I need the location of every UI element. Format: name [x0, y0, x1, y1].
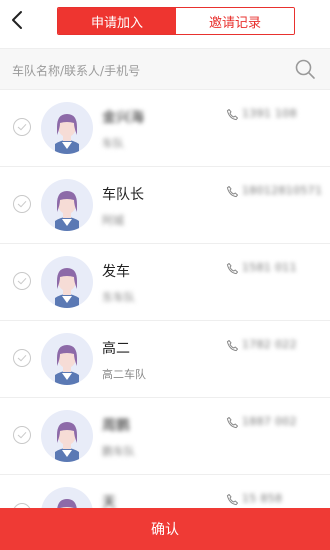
list-item[interactable]: 发车 东车队 1581 011	[0, 244, 330, 321]
member-phone: 15 858	[242, 492, 283, 505]
list-item[interactable]: 金兴海 车队 1391 108	[0, 90, 330, 167]
avatar	[41, 333, 93, 385]
phone-icon	[226, 417, 238, 429]
member-phone: 1391 108	[242, 107, 297, 120]
search-icon[interactable]	[294, 58, 316, 80]
checkbox-icon[interactable]	[13, 426, 31, 444]
member-phone: 1782 022	[242, 338, 297, 351]
list-item[interactable]: 天 15 858	[0, 475, 330, 508]
confirm-button[interactable]: 确认	[0, 508, 330, 550]
list-item[interactable]: 高二 高二车队 1782 022	[0, 321, 330, 398]
avatar	[41, 179, 93, 231]
member-team: 阿城	[102, 214, 124, 227]
member-team: 车队	[102, 137, 124, 150]
avatar	[41, 487, 93, 508]
checkbox-icon[interactable]	[13, 272, 31, 290]
member-name: 周鹏	[102, 418, 130, 434]
avatar	[41, 410, 93, 462]
member-team: 鹏车队	[102, 445, 135, 458]
list-item[interactable]: 车队长 阿城 18012810571	[0, 167, 330, 244]
phone-icon	[226, 340, 238, 352]
segmented-tabs: 申请加入 邀请记录	[57, 7, 295, 35]
avatar	[41, 102, 93, 154]
phone-icon	[226, 263, 238, 275]
member-phone: 18012810571	[242, 184, 323, 197]
list-item[interactable]: 周鹏 鹏车队 1887 002	[0, 398, 330, 475]
checkbox-icon[interactable]	[13, 195, 31, 213]
checkbox-icon[interactable]	[13, 118, 31, 136]
checkbox-icon[interactable]	[13, 349, 31, 367]
phone-icon	[226, 109, 238, 121]
back-arrow-icon[interactable]	[6, 6, 30, 34]
member-team: 高二车队	[102, 368, 146, 381]
member-phone: 1581 011	[242, 261, 297, 274]
search-input[interactable]: 车队名称/联系人/手机号	[12, 62, 140, 79]
tab-apply-join[interactable]: 申请加入	[58, 8, 176, 34]
phone-icon	[226, 186, 238, 198]
member-team: 东车队	[102, 291, 135, 304]
member-name: 金兴海	[102, 110, 144, 126]
member-name: 高二	[102, 341, 130, 357]
member-list: 金兴海 车队 1391 108 车队长 阿城 18012810571 发车 东车…	[0, 90, 330, 508]
member-name: 天	[102, 495, 116, 508]
member-name: 发车	[102, 264, 130, 280]
tab-invite-records[interactable]: 邀请记录	[176, 8, 294, 34]
avatar	[41, 256, 93, 308]
member-name: 车队长	[102, 187, 144, 203]
phone-icon	[226, 494, 238, 506]
top-bar: 申请加入 邀请记录	[0, 0, 330, 40]
member-phone: 1887 002	[242, 415, 297, 428]
search-bar[interactable]: 车队名称/联系人/手机号	[0, 48, 330, 90]
